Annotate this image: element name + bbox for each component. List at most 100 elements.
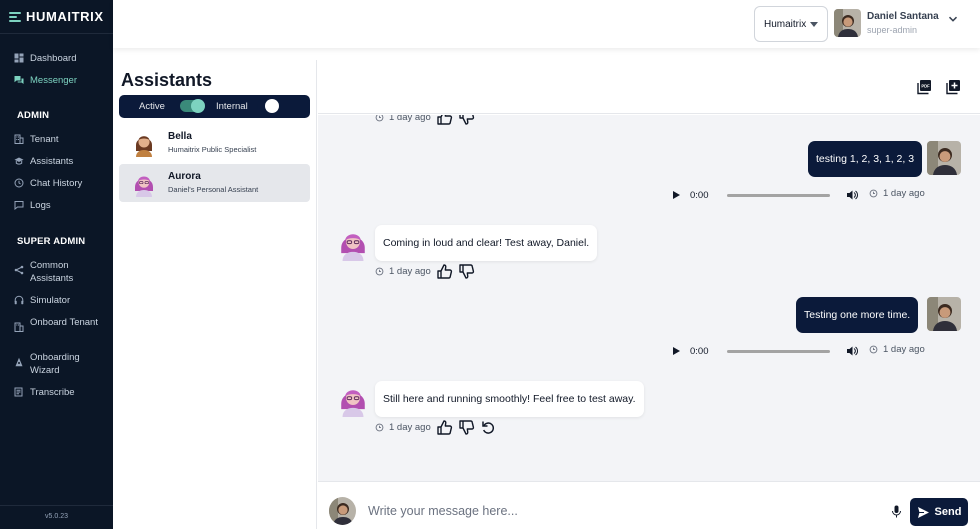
volume-icon[interactable] — [846, 345, 858, 357]
active-toggle[interactable] — [180, 99, 205, 113]
send-button-label: Send — [934, 506, 962, 518]
thumbs-up-icon[interactable] — [436, 115, 453, 126]
pdf-export-icon[interactable]: PDF — [916, 79, 932, 95]
assistant-avatar — [336, 227, 370, 261]
new-chat-icon[interactable] — [945, 79, 961, 95]
assistant-item-bella[interactable]: Bella Humaitrix Public Specialist — [119, 124, 310, 162]
message-meta: 1 day ago — [869, 344, 925, 355]
sidebar-item-onboarding-wizard[interactable]: Onboarding Wizard — [14, 351, 110, 377]
regenerate-icon[interactable] — [480, 419, 497, 436]
message-time: 1 day ago — [883, 188, 925, 199]
svg-text:PDF: PDF — [921, 84, 930, 89]
app-version: v5.0.23 — [45, 513, 68, 520]
section-header-admin: ADMIN — [17, 110, 50, 121]
audio-player[interactable]: 0:00 — [673, 183, 858, 207]
composer-user-avatar — [329, 497, 356, 525]
sidebar-item-messenger[interactable]: Messenger — [14, 74, 110, 87]
thumbs-down-icon[interactable] — [458, 263, 475, 280]
assistants-panel: Assistants Active Internal Bella Humaitr… — [113, 60, 317, 529]
message-time: 1 day ago — [389, 422, 431, 433]
play-icon[interactable] — [673, 347, 680, 355]
audio-progress-track[interactable] — [726, 193, 830, 197]
sidebar-item-transcribe[interactable]: Transcribe — [14, 386, 110, 399]
assistant-filter-bar: Active Internal — [119, 95, 310, 118]
sidebar-item-label: Common Assistants — [30, 260, 74, 284]
message-input[interactable] — [368, 501, 868, 521]
messenger-icon — [14, 76, 24, 84]
sidebar-item-simulator[interactable]: Simulator — [14, 294, 110, 307]
user-name: Daniel Santana — [867, 11, 939, 22]
clock-icon — [375, 423, 384, 432]
sidebar-item-logs[interactable]: Logs — [14, 199, 110, 212]
assistant-avatar — [336, 383, 370, 417]
clock-icon — [375, 115, 384, 122]
thumbs-down-icon[interactable] — [458, 419, 475, 436]
assistant-message-bubble: Still here and running smoothly! Feel fr… — [375, 381, 644, 417]
message-meta: 1 day ago — [375, 115, 475, 126]
audio-time: 0:00 — [690, 345, 709, 357]
sidebar-item-tenant[interactable]: Tenant — [14, 133, 110, 146]
top-bar: Humaitrix Daniel Santana super-admin — [113, 0, 980, 48]
toggle-knob — [191, 99, 205, 113]
sidebar-item-label: Onboard Tenant — [30, 317, 98, 328]
chat-header: PDF — [318, 60, 980, 114]
user-avatar[interactable] — [834, 9, 861, 37]
audio-progress-track[interactable] — [726, 349, 830, 353]
message-meta: 1 day ago — [869, 188, 925, 199]
chat-messages[interactable]: 1 day ago testing 1, 2, 3, 1, 2, 3 0:00 … — [318, 115, 980, 481]
message-composer: Send — [318, 481, 980, 529]
clock-icon — [869, 189, 878, 198]
sidebar-item-label: Assistants — [30, 156, 74, 167]
sidebar: HUMAITRIX Dashboard Messenger ADMIN Tena… — [0, 0, 113, 529]
app-logo[interactable]: HUMAITRIX — [9, 9, 104, 24]
sidebar-item-label: Simulator — [30, 295, 71, 306]
share-icon — [14, 265, 24, 275]
sidebar-item-label: Chat History — [30, 178, 83, 189]
assistant-avatar — [136, 136, 152, 157]
sidebar-item-label: Transcribe — [30, 387, 75, 398]
panel-title: Assistants — [121, 70, 213, 90]
message-meta: 1 day ago — [375, 419, 497, 436]
transcribe-icon — [14, 387, 23, 397]
user-message-bubble: Testing one more time. — [796, 297, 919, 333]
internal-toggle-label: Internal — [216, 101, 248, 112]
assistant-message-bubble: Coming in loud and clear! Test away, Dan… — [375, 225, 598, 261]
sidebar-item-chat-history[interactable]: Chat History — [14, 177, 110, 190]
sidebar-item-label: Logs — [30, 200, 51, 211]
active-toggle-label: Active — [139, 101, 165, 112]
message-square-icon — [14, 201, 24, 210]
user-photo — [834, 9, 861, 37]
audio-time: 0:00 — [690, 189, 709, 201]
thumbs-down-icon[interactable] — [458, 115, 475, 126]
sidebar-item-dashboard[interactable]: Dashboard — [14, 52, 110, 65]
volume-icon[interactable] — [846, 189, 858, 201]
wizard-icon — [15, 357, 23, 367]
sidebar-item-assistants[interactable]: Assistants — [14, 155, 110, 168]
assistant-item-aurora[interactable]: Aurora Daniel's Personal Assistant — [119, 164, 310, 202]
assistant-description: Daniel's Personal Assistant — [168, 185, 259, 194]
divider — [0, 505, 113, 506]
audio-player[interactable]: 0:00 — [673, 339, 858, 363]
logo-text: HUMAITRIX — [26, 9, 104, 24]
play-icon[interactable] — [673, 191, 680, 199]
chevron-down-icon[interactable] — [947, 13, 959, 25]
user-avatar — [927, 297, 961, 331]
clock-icon — [375, 267, 384, 276]
sidebar-item-label: Messenger — [30, 75, 77, 86]
assistant-name: Aurora — [168, 171, 201, 182]
sidebar-item-label: Dashboard — [30, 53, 77, 64]
microphone-icon[interactable] — [891, 505, 902, 518]
send-button[interactable]: Send — [910, 498, 968, 526]
building-plus-icon — [14, 322, 24, 332]
thumbs-up-icon[interactable] — [436, 263, 453, 280]
sidebar-item-common-assistants[interactable]: Common Assistants — [14, 259, 110, 285]
tenant-select[interactable]: Humaitrix — [754, 6, 828, 42]
user-message-bubble: testing 1, 2, 3, 1, 2, 3 — [808, 141, 923, 177]
internal-toggle[interactable] — [257, 99, 281, 113]
sidebar-item-onboard-tenant[interactable]: Onboard Tenant — [14, 316, 110, 332]
assistant-avatar — [135, 176, 153, 197]
thumbs-up-icon[interactable] — [436, 419, 453, 436]
user-avatar — [927, 141, 961, 175]
sidebar-item-label: Tenant — [30, 134, 59, 145]
caret-down-icon — [810, 22, 818, 27]
